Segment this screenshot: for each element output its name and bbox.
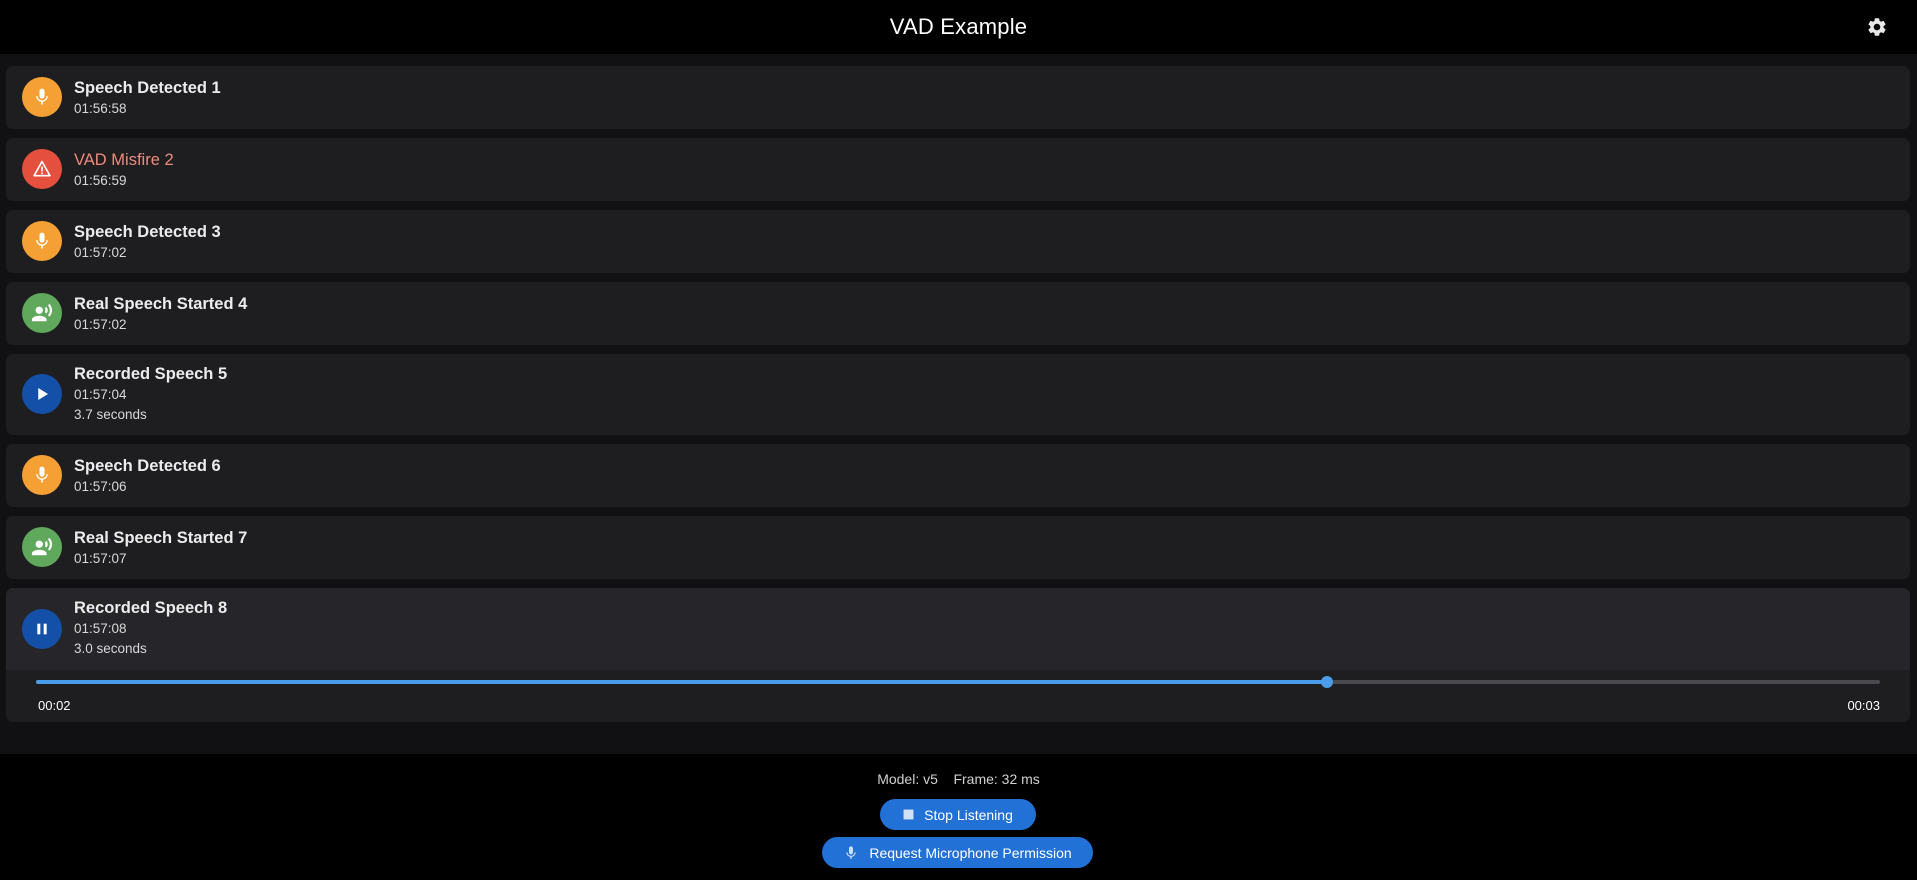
app-bar: VAD Example (0, 0, 1917, 54)
current-time: 00:02 (38, 698, 71, 713)
record-voice-icon (31, 303, 53, 322)
stop-listening-button[interactable]: Stop Listening (880, 799, 1036, 830)
model-status: Model: v5 Frame: 32 ms (0, 771, 1917, 787)
event-time: 01:57:06 (74, 479, 127, 494)
event-duration: 3.0 seconds (74, 641, 147, 656)
event-title: Speech Detected 1 (74, 79, 221, 97)
speech-detected-avatar (22, 455, 62, 495)
event-time: 01:57:04 (74, 387, 127, 402)
speech-detected-avatar (22, 77, 62, 117)
event-title: Recorded Speech 5 (74, 365, 228, 383)
event-title: Speech Detected 6 (74, 457, 221, 475)
list-item[interactable]: Recorded Speech 5 01:57:04 3.7 seconds (6, 354, 1910, 435)
audio-player: 00:02 00:03 (6, 670, 1910, 722)
list-item[interactable]: VAD Misfire 2 01:56:59 (6, 138, 1910, 201)
play-icon (38, 388, 48, 400)
pause-button[interactable] (22, 609, 62, 649)
list-item[interactable]: Speech Detected 3 01:57:02 (6, 210, 1910, 273)
microphone-icon (36, 466, 48, 483)
stop-icon (903, 809, 914, 820)
event-list: Speech Detected 1 01:56:58 VAD Misfire 2… (0, 54, 1917, 754)
seek-slider-progress (36, 680, 1327, 684)
list-item[interactable]: Real Speech Started 4 01:57:02 (6, 282, 1910, 345)
real-speech-avatar (22, 527, 62, 567)
seek-slider-thumb[interactable] (1320, 676, 1333, 688)
event-duration: 3.7 seconds (74, 407, 147, 422)
event-title: Speech Detected 3 (74, 223, 221, 241)
settings-button[interactable] (1863, 13, 1891, 41)
event-title: Real Speech Started 4 (74, 295, 248, 313)
record-voice-icon (31, 537, 53, 556)
real-speech-avatar (22, 293, 62, 333)
event-title: VAD Misfire 2 (74, 151, 174, 169)
play-button[interactable] (22, 374, 62, 414)
event-time: 01:57:08 (74, 621, 127, 636)
page-title: VAD Example (889, 14, 1028, 39)
warning-triangle-icon (33, 160, 51, 177)
microphone-icon (36, 232, 48, 249)
stop-listening-label: Stop Listening (924, 806, 1013, 823)
frame-label: Frame: 32 ms (953, 771, 1040, 787)
pause-icon (37, 623, 47, 635)
microphone-icon (846, 845, 856, 859)
request-permission-label: Request Microphone Permission (869, 844, 1072, 861)
speech-detected-avatar (22, 221, 62, 261)
list-item[interactable]: Recorded Speech 8 01:57:08 3.0 seconds (6, 588, 1910, 670)
event-time: 01:57:02 (74, 317, 127, 332)
event-time: 01:57:07 (74, 551, 127, 566)
event-time: 01:57:02 (74, 245, 127, 260)
misfire-avatar (22, 149, 62, 189)
list-item[interactable]: Speech Detected 6 01:57:06 (6, 444, 1910, 507)
event-time: 01:56:59 (74, 173, 127, 188)
footer: Model: v5 Frame: 32 ms Stop Listening Re… (0, 754, 1917, 880)
total-duration: 00:03 (1847, 698, 1880, 713)
event-time: 01:56:58 (74, 101, 127, 116)
list-item[interactable]: Real Speech Started 7 01:57:07 (6, 516, 1910, 579)
model-label: Model: v5 (877, 771, 938, 787)
event-title: Real Speech Started 7 (74, 529, 248, 547)
seek-slider[interactable] (36, 676, 1880, 688)
gear-icon (1868, 18, 1886, 36)
event-title: Recorded Speech 8 (74, 599, 228, 617)
request-microphone-permission-button[interactable]: Request Microphone Permission (822, 837, 1093, 868)
microphone-icon (36, 88, 48, 105)
list-item[interactable]: Speech Detected 1 01:56:58 (6, 66, 1910, 129)
